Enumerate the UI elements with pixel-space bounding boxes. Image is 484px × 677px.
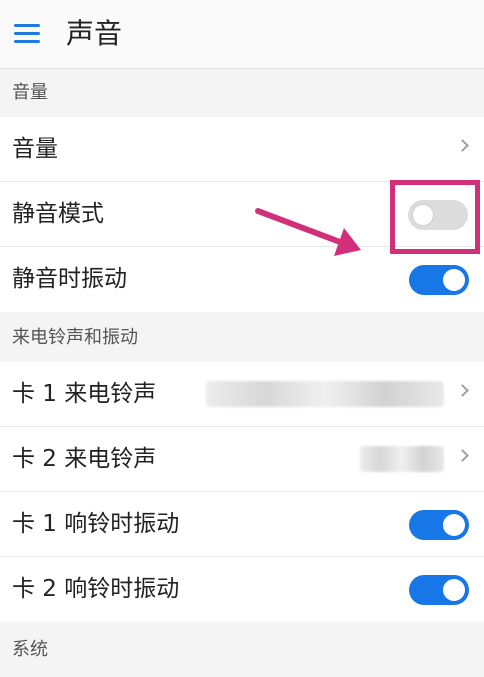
setting-row-sim2-vibrate[interactable]: 卡 2 响铃时振动 [0,557,484,622]
setting-label: 卡 2 响铃时振动 [12,576,180,602]
toggle-knob [443,514,465,536]
toggle-knob [443,269,465,291]
setting-label: 静音时振动 [12,266,127,292]
setting-label: 卡 1 来电铃声 [12,381,157,407]
toggle-knob [443,579,465,601]
obscured-ringtone-value [360,446,444,472]
hamburger-menu-icon[interactable] [14,24,40,44]
ringtone-settings-group: 卡 1 来电铃声 卡 2 来电铃声 卡 1 响铃时振动 卡 2 响铃时振动 [0,362,484,622]
section-header-system: 系统 [0,626,484,677]
setting-label: 音量 [12,136,58,162]
sim2-vibrate-toggle[interactable] [409,575,469,605]
annotation-arrow-icon [255,208,361,256]
section-title: 来电铃声和振动 [12,327,138,348]
setting-row-vibrate-when-silent[interactable]: 静音时振动 [0,247,484,312]
section-header-volume: 音量 [0,69,484,117]
top-app-bar: 声音 [0,0,484,69]
vibrate-when-silent-toggle[interactable] [409,265,469,295]
section-title: 音量 [12,82,48,103]
setting-row-sim2-ringtone[interactable]: 卡 2 来电铃声 [0,427,484,492]
annotation-highlight-box [390,180,480,254]
setting-label: 卡 1 响铃时振动 [12,511,180,537]
chevron-right-icon [456,449,469,462]
setting-row-sim1-vibrate[interactable]: 卡 1 响铃时振动 [0,492,484,557]
page-title: 声音 [66,17,123,50]
setting-row-sim1-ringtone[interactable]: 卡 1 来电铃声 [0,362,484,427]
obscured-ringtone-value [206,381,444,407]
setting-label: 卡 2 来电铃声 [12,446,157,472]
section-title: 系统 [12,639,48,660]
sound-settings-screen: 声音 音量 音量 静音模式 静音时振动 来电铃声和振动 卡 1 来电铃声 卡 2… [0,0,484,677]
setting-label: 静音模式 [12,201,104,227]
setting-row-volume[interactable]: 音量 [0,117,484,182]
sim1-vibrate-toggle[interactable] [409,510,469,540]
section-header-ringtone-vibration: 来电铃声和振动 [0,314,484,362]
chevron-right-icon [456,139,469,152]
chevron-right-icon [456,384,469,397]
